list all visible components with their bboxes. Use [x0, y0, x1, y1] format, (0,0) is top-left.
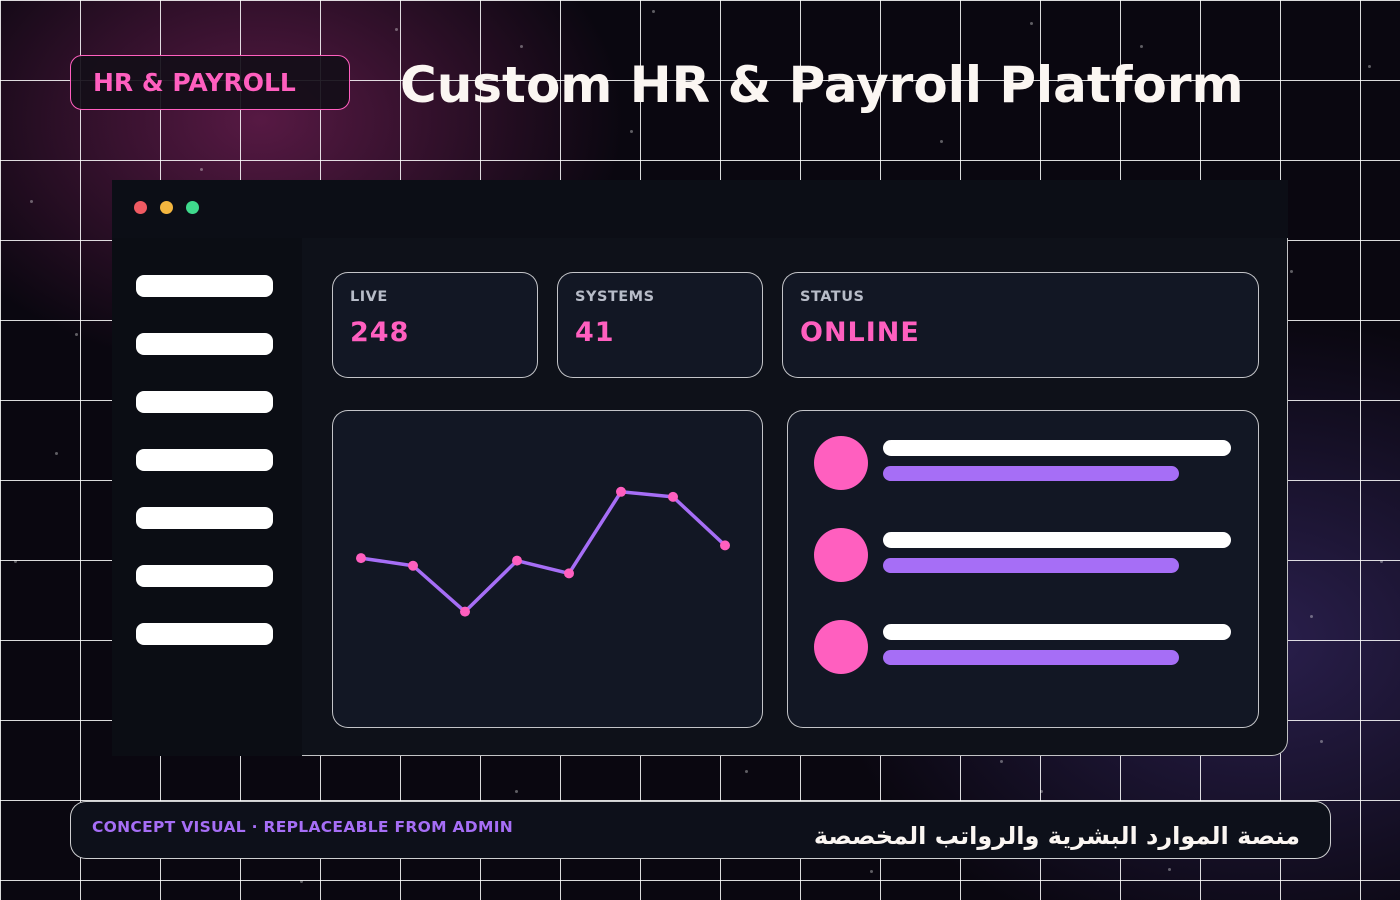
star-dot	[1030, 22, 1033, 25]
list-item-title-placeholder	[883, 440, 1231, 456]
stat-label: SYSTEMS	[575, 289, 655, 305]
star-dot	[520, 45, 523, 48]
maximize-window-button[interactable]	[186, 201, 199, 214]
star-dot	[1290, 270, 1293, 273]
line-chart	[356, 486, 730, 617]
list-item-title-placeholder	[883, 532, 1231, 548]
stat-label: LIVE	[350, 289, 388, 305]
stat-card-systems: SYSTEMS 41	[557, 272, 763, 378]
stat-card-live: LIVE 248	[332, 272, 538, 378]
list-item-subtitle-placeholder	[883, 558, 1179, 573]
avatar	[814, 436, 868, 490]
sidebar-item[interactable]	[136, 623, 273, 645]
stat-card-status: STATUS ONLINE	[782, 272, 1259, 378]
star-dot	[1168, 868, 1171, 871]
star-dot	[395, 28, 398, 31]
sidebar-item[interactable]	[136, 391, 273, 413]
data-point	[616, 486, 626, 497]
data-point	[564, 568, 574, 579]
stat-label: STATUS	[800, 289, 865, 305]
stat-value: 41	[575, 317, 615, 348]
chart-panel	[332, 410, 763, 728]
star-dot	[652, 10, 655, 13]
star-dot	[200, 168, 203, 171]
data-point	[460, 606, 470, 617]
data-point	[668, 491, 678, 502]
series-line	[360, 490, 727, 614]
category-badge: HR & PAYROLL	[70, 55, 350, 110]
avatar	[814, 620, 868, 674]
sidebar-item[interactable]	[136, 275, 273, 297]
star-dot	[1140, 45, 1143, 48]
star-dot	[75, 333, 78, 336]
sidebar-item[interactable]	[136, 449, 273, 471]
data-point	[408, 560, 418, 571]
star-dot	[1310, 615, 1313, 618]
star-dot	[1380, 560, 1383, 563]
star-dot	[870, 870, 873, 873]
star-dot	[30, 200, 33, 203]
data-point	[356, 553, 366, 564]
star-dot	[515, 790, 518, 793]
activity-list-panel	[787, 410, 1259, 728]
data-point	[720, 540, 730, 551]
star-dot	[55, 452, 58, 455]
category-badge-label: HR & PAYROLL	[93, 68, 296, 97]
minimize-window-button[interactable]	[160, 201, 173, 214]
close-window-button[interactable]	[134, 201, 147, 214]
star-dot	[1040, 790, 1043, 793]
star-dot	[1368, 65, 1371, 68]
avatar	[814, 528, 868, 582]
star-dot	[1320, 740, 1323, 743]
data-point	[512, 555, 522, 566]
dashboard-window: LIVE 248 SYSTEMS 41 STATUS ONLINE	[112, 180, 1288, 756]
window-titlebar	[112, 180, 1288, 238]
star-dot	[940, 140, 943, 143]
footer-caption: CONCEPT VISUAL · REPLACEABLE FROM ADMIN	[92, 818, 514, 836]
sidebar-item[interactable]	[136, 333, 273, 355]
sidebar-item[interactable]	[136, 507, 273, 529]
star-dot	[14, 560, 17, 563]
list-item-title-placeholder	[883, 624, 1231, 640]
stat-value: ONLINE	[800, 317, 920, 348]
stat-value: 248	[350, 317, 410, 348]
list-item-subtitle-placeholder	[883, 650, 1179, 665]
page-title: Custom HR & Payroll Platform	[400, 56, 1244, 114]
footer-bar: CONCEPT VISUAL · REPLACEABLE FROM ADMIN …	[70, 801, 1331, 859]
sidebar	[112, 238, 302, 756]
star-dot	[745, 770, 748, 773]
footer-arabic-caption: منصة الموارد البشرية والرواتب المخصصة	[813, 822, 1300, 850]
list-item-subtitle-placeholder	[883, 466, 1179, 481]
star-dot	[630, 130, 633, 133]
sidebar-item[interactable]	[136, 565, 273, 587]
star-dot	[300, 880, 303, 883]
star-dot	[1000, 760, 1003, 763]
